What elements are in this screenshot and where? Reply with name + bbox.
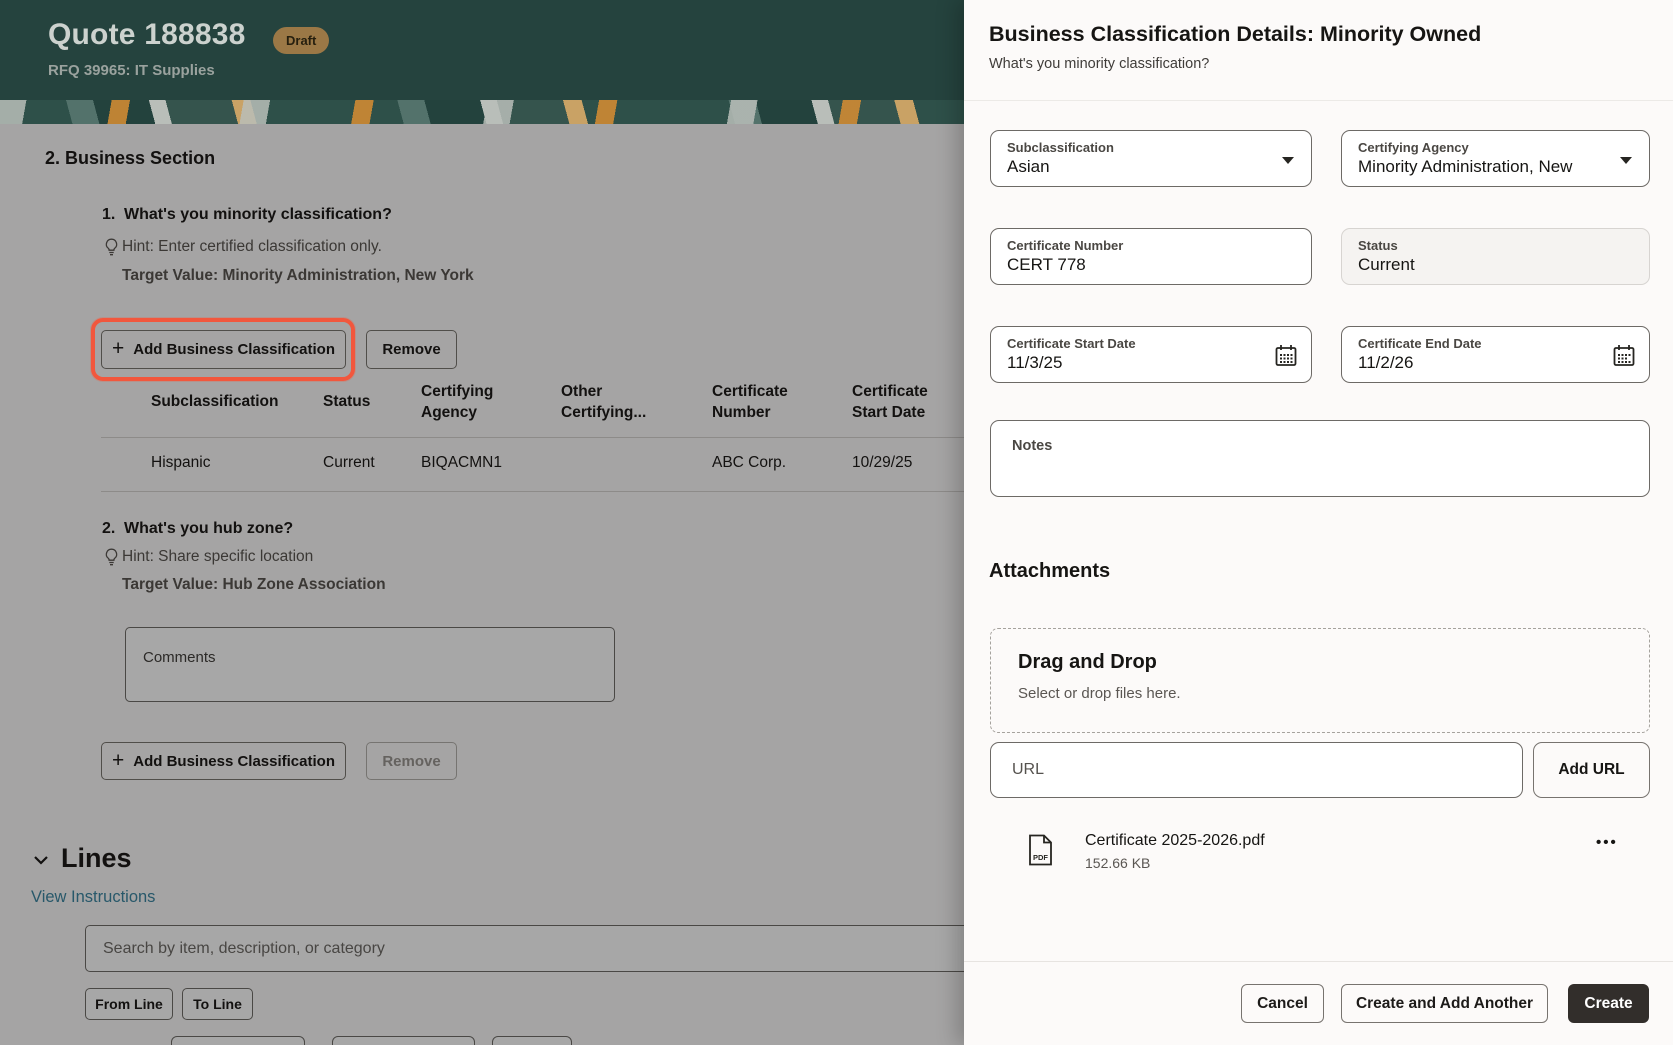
- attachment-file-name[interactable]: Certificate 2025-2026.pdf: [1085, 832, 1265, 850]
- status-badge: Draft: [273, 27, 329, 54]
- certifying-agency-select[interactable]: Certifying Agency Minority Administratio…: [1341, 130, 1650, 187]
- application-window: Quote 188838 Draft RFQ 39965: IT Supplie…: [0, 0, 1673, 1045]
- cancel-button[interactable]: Cancel: [1241, 984, 1324, 1023]
- dropdown-caret-icon: [1282, 157, 1294, 164]
- certificate-number-field[interactable]: Certificate Number CERT 778: [990, 228, 1312, 285]
- add-url-button[interactable]: Add URL: [1533, 742, 1650, 798]
- calendar-icon[interactable]: [1613, 344, 1635, 367]
- svg-text:PDF: PDF: [1033, 853, 1048, 862]
- create-button[interactable]: Create: [1568, 984, 1649, 1023]
- highlight-annotation: [91, 318, 355, 381]
- overlay-scrim: [0, 124, 964, 1045]
- drawer-subtitle: What's you minority classification?: [989, 56, 1209, 72]
- business-classification-drawer: Business Classification Details: Minorit…: [964, 0, 1673, 1045]
- notes-label: Notes: [1012, 438, 1052, 454]
- attachments-heading: Attachments: [989, 560, 1110, 583]
- footer-divider: [964, 961, 1673, 962]
- page-title: Quote 188838: [48, 18, 246, 52]
- certificate-end-date-field[interactable]: Certificate End Date 11/2/26: [1341, 326, 1650, 383]
- attachment-actions-menu[interactable]: •••: [1596, 834, 1618, 851]
- url-input[interactable]: [990, 742, 1523, 798]
- pdf-file-icon: PDF: [1028, 834, 1053, 866]
- page-subtitle: RFQ 39965: IT Supplies: [48, 62, 215, 79]
- file-dropzone[interactable]: Drag and Drop Select or drop files here.: [990, 628, 1650, 733]
- create-and-add-another-button[interactable]: Create and Add Another: [1341, 984, 1548, 1023]
- dropdown-caret-icon: [1620, 157, 1632, 164]
- attachment-file-size: 152.66 KB: [1085, 855, 1150, 871]
- notes-textarea[interactable]: Notes: [990, 420, 1650, 497]
- divider: [964, 100, 1673, 101]
- certificate-start-date-field[interactable]: Certificate Start Date 11/3/25: [990, 326, 1312, 383]
- drawer-title: Business Classification Details: Minorit…: [989, 22, 1481, 47]
- subclassification-select[interactable]: Subclassification Asian: [990, 130, 1312, 187]
- calendar-icon[interactable]: [1275, 344, 1297, 367]
- status-field-readonly: Status Current: [1341, 228, 1650, 285]
